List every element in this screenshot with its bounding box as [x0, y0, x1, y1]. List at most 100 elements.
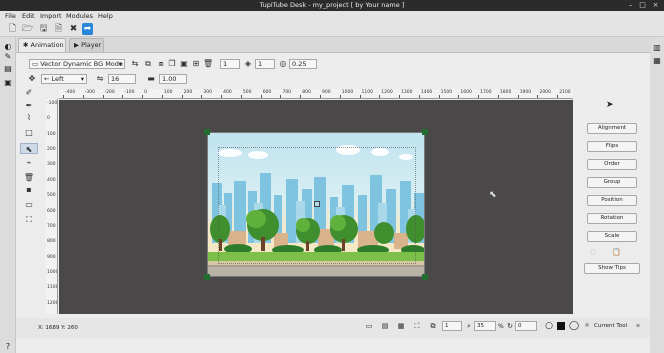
view-grid-icon[interactable]: ▤ — [380, 321, 390, 331]
export-icon[interactable]: 🗎 — [53, 23, 64, 35]
share-icon[interactable]: ➦ — [82, 23, 93, 35]
antialias-icon[interactable]: ○ — [544, 321, 554, 331]
clone-icon[interactable]: ❐ — [167, 59, 177, 69]
minimize-button[interactable]: – — [626, 1, 635, 10]
handle-top-right[interactable] — [422, 129, 428, 135]
paste-frame-icon[interactable]: ⧈ — [156, 59, 166, 69]
ruler-tick-label: 300 — [47, 162, 56, 168]
ruler-tick-label: 1100 — [47, 285, 58, 291]
onion-skin-icon[interactable]: ⇆ — [130, 59, 140, 69]
grid-icon[interactable]: ⊞ — [191, 59, 201, 69]
exposure-sheet-icon[interactable]: ▦ — [652, 56, 662, 66]
draw-grid-icon[interactable]: ⧉ — [428, 321, 438, 331]
ruler-tick-label: -300 — [84, 90, 95, 95]
ruler-tick — [497, 95, 499, 98]
layer-spinbox[interactable]: 1 — [255, 59, 275, 69]
opacity-spinbox[interactable]: 0.25 — [289, 59, 317, 69]
ruler-tick-label: 0 — [47, 116, 50, 122]
ruler-tick-label: 700 — [47, 223, 56, 229]
ruler-tick — [557, 95, 559, 98]
handle-top-left[interactable] — [204, 129, 210, 135]
handle-bottom-left[interactable] — [204, 274, 210, 280]
text-size-icon: ⇋ — [96, 74, 104, 83]
eraser-icon[interactable]: ▭ — [20, 199, 38, 210]
play-icon: ▶ — [74, 41, 79, 49]
save-project-icon[interactable]: 🖫 — [38, 23, 49, 35]
ruler-tick — [240, 95, 242, 98]
ink-icon[interactable]: ✒ — [20, 100, 38, 111]
rotation-button[interactable]: Rotation — [587, 213, 637, 224]
ruler-tick-label: 1000 — [47, 269, 58, 275]
ruler-tick-label: 800 — [47, 239, 56, 245]
pen-settings-icon[interactable]: ✎ — [3, 52, 13, 62]
ruler-tick — [458, 95, 460, 98]
nodes-icon[interactable]: ⌁ — [20, 157, 38, 168]
move-icon[interactable]: ✥ — [27, 74, 37, 84]
copy-frame-icon[interactable]: ⧉ — [143, 59, 153, 69]
alignment-button[interactable]: Alignment — [587, 123, 637, 134]
pencil-icon[interactable]: ✐ — [20, 87, 38, 98]
align-select[interactable]: ← Left ▾ — [41, 74, 87, 84]
ruler-tick — [122, 95, 124, 98]
ruler-tick — [438, 95, 440, 98]
ruler-tick — [320, 95, 321, 98]
rotation-spinbox[interactable]: 0 — [515, 321, 537, 331]
flips-button[interactable]: Flips — [587, 141, 637, 152]
contour-color-swatch[interactable] — [557, 322, 565, 330]
rectangle-icon[interactable]: □ — [20, 127, 38, 138]
ruler-tick-label: 1300 — [401, 90, 413, 95]
frame-spinbox[interactable]: 1 — [220, 59, 240, 69]
camera-icon[interactable]: ⛶ — [20, 214, 38, 225]
timeline-icon[interactable]: ▥ — [652, 43, 662, 53]
handle-bottom-right[interactable] — [422, 274, 428, 280]
selection-icon[interactable]: ⬉ — [20, 143, 38, 154]
position-button[interactable]: Position — [587, 195, 637, 206]
menu-modules[interactable]: Modules — [66, 12, 93, 20]
scale-button[interactable]: Scale — [587, 231, 637, 242]
close-button[interactable]: × — [651, 1, 660, 10]
color-fill-icon[interactable]: ▪ — [20, 184, 38, 195]
frame-number-spinbox[interactable]: 1 — [442, 321, 462, 331]
font-size-spinbox[interactable]: 16 — [108, 74, 136, 84]
library-icon[interactable]: ▤ — [3, 64, 13, 74]
menu-edit[interactable]: Edit — [22, 12, 35, 20]
open-project-icon[interactable]: 🗁 — [22, 23, 33, 35]
clipboard-icon[interactable]: 📋 — [612, 248, 621, 256]
polyline-icon[interactable]: ⌇ — [20, 112, 38, 123]
ruler-tick-label: -100 — [124, 90, 135, 95]
zoom-spinbox[interactable]: 35 — [474, 321, 496, 331]
trash-icon[interactable]: 🗑 — [20, 172, 38, 183]
scenes-icon[interactable]: ▣ — [3, 78, 13, 88]
bg-mode-select[interactable]: ▭ Vector Dynamic BG Mode ▾ — [29, 59, 125, 69]
help-icon[interactable]: ? — [3, 342, 13, 352]
ruler-tick — [82, 95, 84, 98]
group-button[interactable]: Group — [587, 177, 637, 188]
fill-color-icon[interactable]: ◯ — [569, 321, 579, 331]
duplicate-icon[interactable]: ▣ — [179, 59, 189, 69]
menu-import[interactable]: Import — [40, 12, 62, 20]
menu-file[interactable]: File — [5, 12, 16, 20]
ruler-tick-label: 900 — [47, 254, 56, 260]
pivot-point[interactable] — [314, 201, 320, 207]
new-project-icon[interactable]: 🗋 — [7, 23, 18, 35]
fullscreen-icon[interactable]: ⛶ — [412, 321, 422, 331]
delete-icon[interactable]: 🗑 — [203, 59, 213, 69]
scale-spinbox[interactable]: 1.00 — [159, 74, 187, 84]
view-safe-area-icon[interactable]: ▦ — [396, 321, 406, 331]
menu-help[interactable]: Help — [98, 12, 113, 20]
maximize-button[interactable]: □ — [638, 1, 647, 10]
tab-animation[interactable]: ✱ Animation — [18, 38, 66, 52]
view-normal-icon[interactable]: ▭ — [364, 321, 374, 331]
ruler-tick-label: 500 — [47, 193, 56, 199]
show-tips-button[interactable]: Show Tips — [584, 263, 640, 274]
canvas-area[interactable]: ⬉ — [59, 100, 573, 314]
close-project-icon[interactable]: ✖ — [68, 23, 79, 35]
color-palette-icon[interactable]: ◐ — [3, 42, 13, 52]
ruler-tick-label: 100 — [163, 90, 173, 95]
scene-canvas[interactable] — [207, 132, 425, 277]
reset-icon[interactable]: ◌ — [590, 248, 596, 256]
ruler-tick — [201, 95, 203, 98]
ruler-tick — [418, 95, 420, 98]
order-button[interactable]: Order — [587, 159, 637, 170]
tab-player[interactable]: ▶ Player — [69, 38, 104, 52]
